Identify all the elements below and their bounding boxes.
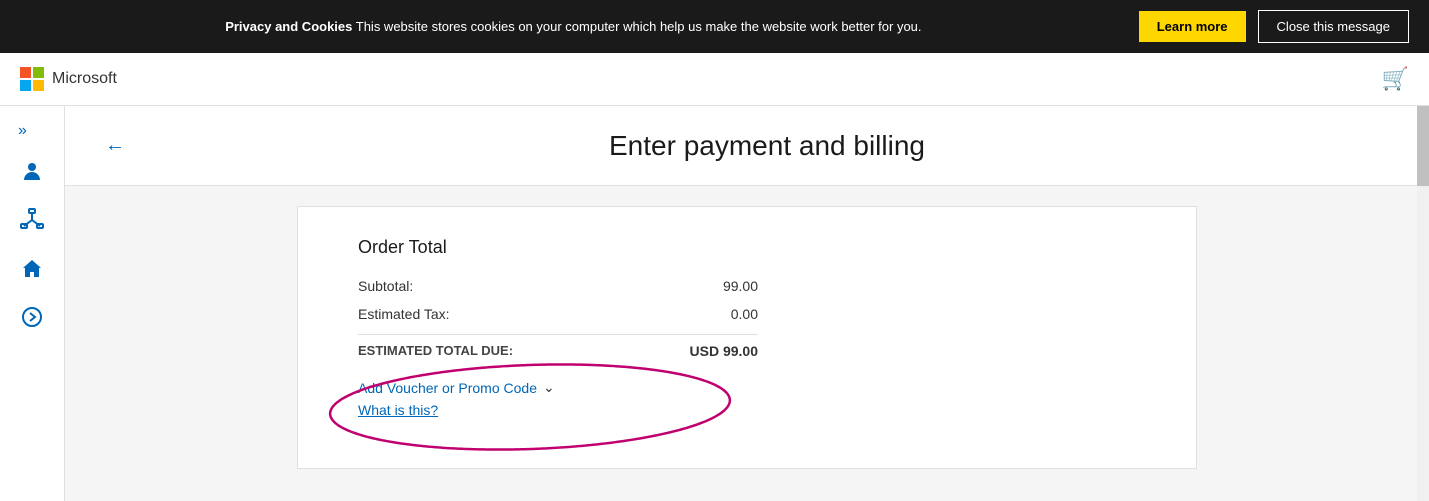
- order-divider: [358, 334, 758, 335]
- logo-sq-green: [33, 67, 44, 78]
- logo-grid-icon: [20, 67, 44, 91]
- sidebar: »: [0, 106, 65, 501]
- voucher-link[interactable]: Add Voucher or Promo Code ⌄: [358, 379, 1136, 396]
- cookie-banner: Privacy and Cookies This website stores …: [0, 0, 1429, 53]
- header: Microsoft 🛒: [0, 53, 1429, 106]
- sidebar-icon-person[interactable]: [21, 160, 43, 188]
- total-row: ESTIMATED TOTAL DUE: USD 99.00: [358, 343, 758, 359]
- total-label: ESTIMATED TOTAL DUE:: [358, 343, 513, 359]
- tax-row: Estimated Tax: 0.00: [358, 306, 758, 322]
- order-total-title: Order Total: [358, 237, 1136, 258]
- voucher-section: Add Voucher or Promo Code ⌄ What is this…: [358, 379, 1136, 418]
- cookie-message: This website stores cookies on your comp…: [356, 19, 922, 34]
- sidebar-icon-home[interactable]: [21, 258, 43, 286]
- sidebar-icon-arrow-right[interactable]: [21, 306, 43, 334]
- cart-icon[interactable]: 🛒: [1382, 66, 1409, 92]
- sidebar-icon-network[interactable]: [20, 208, 44, 238]
- subtotal-row: Subtotal: 99.00: [358, 278, 758, 294]
- logo-sq-red: [20, 67, 31, 78]
- voucher-chevron-icon: ⌄: [543, 379, 555, 396]
- voucher-link-text: Add Voucher or Promo Code: [358, 380, 537, 396]
- page-title: Enter payment and billing: [145, 130, 1389, 162]
- main-layout: »: [0, 106, 1429, 501]
- main-content: ← Enter payment and billing Order Total …: [65, 106, 1429, 501]
- close-message-button[interactable]: Close this message: [1258, 10, 1409, 43]
- content-area: Order Total Subtotal: 99.00 Estimated Ta…: [65, 186, 1429, 489]
- subtotal-value: 99.00: [723, 278, 758, 294]
- page-title-bar: ← Enter payment and billing: [65, 106, 1429, 186]
- logo-sq-yellow: [33, 80, 44, 91]
- logo-sq-blue: [20, 80, 31, 91]
- total-value: USD 99.00: [690, 343, 758, 359]
- tax-label: Estimated Tax:: [358, 306, 450, 322]
- cookie-banner-text: Privacy and Cookies This website stores …: [20, 19, 1127, 34]
- back-button[interactable]: ←: [105, 134, 125, 157]
- sidebar-collapse-button[interactable]: »: [0, 122, 27, 140]
- scrollbar-thumb[interactable]: [1417, 106, 1429, 186]
- what-is-this-link[interactable]: What is this?: [358, 402, 1136, 418]
- subtotal-label: Subtotal:: [358, 278, 413, 294]
- order-card: Order Total Subtotal: 99.00 Estimated Ta…: [297, 206, 1197, 469]
- tax-value: 0.00: [731, 306, 758, 322]
- microsoft-name: Microsoft: [52, 70, 117, 88]
- learn-more-button[interactable]: Learn more: [1139, 11, 1246, 42]
- microsoft-logo: Microsoft: [20, 67, 117, 91]
- cookie-bold-text: Privacy and Cookies: [225, 19, 352, 34]
- scrollbar-track[interactable]: [1417, 106, 1429, 501]
